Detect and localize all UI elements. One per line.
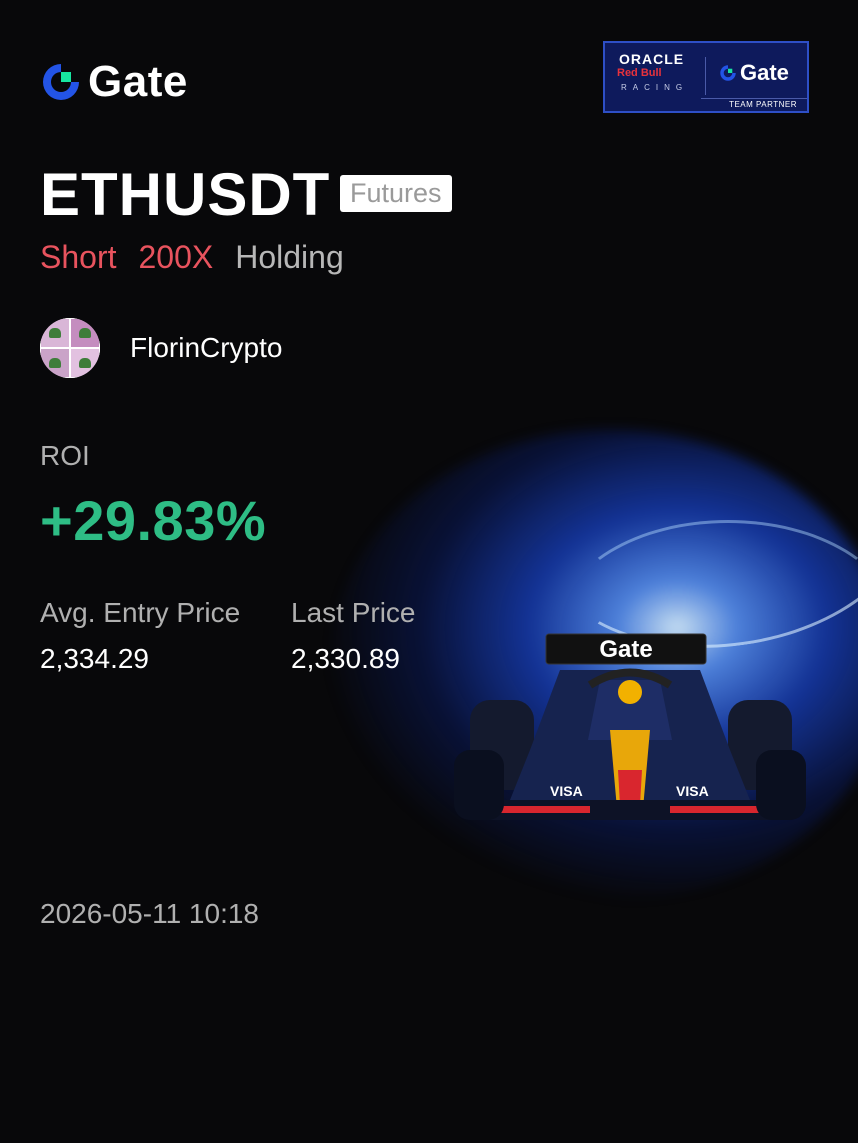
trading-pair: ETHUSDT bbox=[40, 161, 331, 228]
user-info: FlorinCrypto bbox=[40, 318, 282, 378]
last-price-value: 2,330.89 bbox=[291, 643, 400, 674]
gate-logo-icon bbox=[720, 65, 736, 81]
roi-label: ROI bbox=[40, 440, 90, 471]
market-type-tag: Futures bbox=[340, 175, 452, 212]
partner-underline bbox=[701, 98, 807, 99]
partner-line2: Red Bull bbox=[617, 67, 662, 79]
f1-car-illustration: Gate VISA VISA bbox=[454, 633, 806, 820]
last-price-label: Last Price bbox=[291, 597, 416, 628]
direction-label: Short bbox=[40, 239, 117, 275]
rear-wing-text: Gate bbox=[599, 636, 652, 663]
leverage-label: 200X bbox=[138, 239, 214, 275]
brand-name: Gate bbox=[88, 57, 188, 106]
entry-price-label: Avg. Entry Price bbox=[40, 597, 241, 628]
sidepod-text-left: VISA bbox=[550, 783, 583, 799]
frog-avatar-icon bbox=[40, 318, 100, 378]
last-price-block: Last Price 2,330.89 bbox=[291, 597, 416, 675]
share-timestamp: 2026-05-11 10:18 bbox=[40, 898, 259, 929]
pnl-share-card: Gate ORACLE Red Bull RACING Gate TEAM PA… bbox=[0, 0, 858, 1143]
gate-logo-icon bbox=[43, 64, 79, 100]
gate-logo: Gate bbox=[40, 60, 188, 104]
position-meta: Short 200X Holding bbox=[40, 238, 344, 276]
partner-line1: ORACLE bbox=[619, 51, 685, 67]
partner-line3: RACING bbox=[621, 83, 689, 92]
sidepod-text-right: VISA bbox=[676, 783, 709, 799]
roi-value: +29.83% bbox=[40, 489, 267, 552]
partner-divider bbox=[705, 57, 706, 95]
team-partner-badge: ORACLE Red Bull RACING Gate TEAM PARTNER bbox=[603, 41, 809, 113]
entry-price-block: Avg. Entry Price 2,334.29 bbox=[40, 597, 240, 675]
partner-brand: Gate bbox=[740, 60, 789, 85]
entry-price-value: 2,334.29 bbox=[40, 643, 149, 674]
status-label: Holding bbox=[235, 239, 344, 275]
partner-gate-logo: Gate bbox=[719, 60, 789, 86]
username: FlorinCrypto bbox=[130, 332, 283, 363]
partner-footer: TEAM PARTNER bbox=[729, 100, 797, 109]
